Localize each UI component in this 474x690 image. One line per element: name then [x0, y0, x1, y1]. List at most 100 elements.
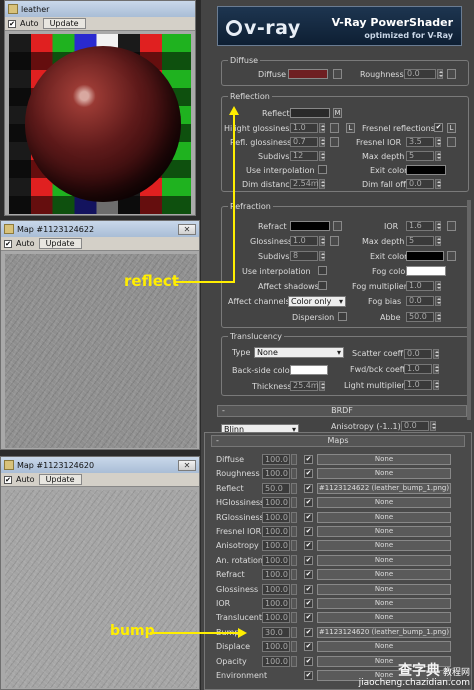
map-amount-value[interactable]: 100.0 — [262, 526, 290, 537]
backside-color-swatch[interactable] — [290, 365, 328, 375]
roughness-value[interactable]: 0.0 — [404, 69, 436, 79]
ior-spinner[interactable] — [435, 221, 441, 231]
refl-max-depth-spinner[interactable] — [435, 151, 441, 161]
map-window-1-titlebar[interactable]: Map #1123124622 ✕ — [1, 221, 199, 237]
hilight-glossiness-spinner[interactable] — [319, 123, 325, 133]
refr-glossiness-map-button[interactable] — [330, 236, 339, 246]
map-slot-button[interactable]: #1123124622 (leather_bump_1.png) — [317, 482, 451, 494]
material-window-titlebar[interactable]: leather — [5, 1, 195, 17]
map-slot-button[interactable]: #1123124620 (leather_bump_1.png) — [317, 626, 451, 638]
hilight-glossiness-map-button[interactable] — [330, 123, 339, 133]
refl-glossiness-map-button[interactable] — [330, 137, 339, 147]
map-amount-value[interactable]: 100.0 — [262, 497, 290, 509]
dim-falloff-spinner[interactable] — [435, 179, 441, 189]
map-enabled-checkbox[interactable]: ✔ — [304, 498, 313, 508]
panel-scrollbar[interactable] — [467, 200, 471, 420]
affect-shadows-checkbox[interactable] — [318, 281, 327, 290]
dim-falloff-value[interactable]: 0.0 — [406, 179, 434, 189]
map-amount-value[interactable]: 100.0 — [262, 569, 290, 581]
map-slot-button[interactable]: None — [317, 497, 451, 509]
scatter-coeff-spinner[interactable] — [433, 349, 439, 359]
map-amount-spinner[interactable] — [291, 497, 297, 509]
map-enabled-checkbox[interactable]: ✔ — [304, 570, 313, 580]
refr-max-depth-value[interactable]: 5 — [406, 236, 434, 246]
thickness-spinner[interactable] — [319, 381, 325, 391]
map-amount-value[interactable]: 100.0 — [262, 511, 290, 523]
map-amount-spinner[interactable] — [291, 540, 297, 552]
fog-multiplier-spinner[interactable] — [435, 281, 441, 291]
hilight-lock-button[interactable]: L — [346, 123, 355, 133]
fwd-bck-coeff-value[interactable]: 1.0 — [404, 364, 432, 374]
map-window-2-titlebar[interactable]: Map #1123124620 ✕ — [1, 457, 199, 473]
refl-subdivs-value[interactable]: 12 — [290, 151, 318, 161]
update-button[interactable]: Update — [42, 18, 86, 29]
map-slot-button[interactable]: None — [317, 641, 451, 653]
brdf-rollout-header[interactable]: - BRDF — [217, 405, 467, 417]
map-slot-button[interactable]: None — [317, 454, 451, 465]
fwd-bck-coeff-spinner[interactable] — [433, 364, 439, 374]
map-enabled-checkbox[interactable]: ✔ — [304, 599, 313, 608]
map-enabled-checkbox[interactable]: ✔ — [304, 455, 313, 464]
refl-glossiness-value[interactable]: 0.7 — [290, 137, 318, 147]
map-window-2-close-button[interactable]: ✕ — [178, 459, 196, 471]
ior-value[interactable]: 1.6 — [406, 221, 434, 231]
map-slot-button[interactable]: None — [317, 511, 451, 523]
diffuse-map-button[interactable] — [333, 69, 342, 79]
map-amount-value[interactable]: 100.0 — [262, 598, 290, 609]
map1-update-button[interactable]: Update — [38, 238, 82, 249]
dim-distance-spinner[interactable] — [319, 179, 325, 189]
map-amount-spinner[interactable] — [291, 569, 297, 581]
fog-bias-value[interactable]: 0.0 — [406, 296, 434, 306]
fog-bias-spinner[interactable] — [435, 296, 441, 306]
refr-glossiness-value[interactable]: 1.0 — [290, 236, 318, 246]
map-enabled-checkbox[interactable]: ✔ — [304, 469, 313, 479]
map-enabled-checkbox[interactable]: ✔ — [304, 627, 313, 637]
light-multiplier-value[interactable]: 1.0 — [404, 380, 432, 390]
map-amount-value[interactable]: 100.0 — [262, 540, 290, 552]
map2-auto-checkbox[interactable]: ✔ — [4, 475, 12, 484]
refr-subdivs-spinner[interactable] — [319, 251, 325, 261]
map-amount-value[interactable]: 100.0 — [262, 583, 290, 595]
refl-subdivs-spinner[interactable] — [319, 151, 325, 161]
map-slot-button[interactable]: None — [317, 598, 451, 609]
fresnel-ior-map-button[interactable] — [447, 137, 456, 147]
dispersion-checkbox[interactable] — [338, 312, 347, 321]
scatter-coeff-value[interactable]: 0.0 — [404, 349, 432, 359]
diffuse-color-swatch[interactable] — [288, 69, 328, 79]
map-amount-value[interactable]: 100.0 — [262, 612, 290, 624]
map-amount-value[interactable]: 100.0 — [262, 554, 290, 566]
refr-exit-color-map-button[interactable] — [447, 251, 456, 261]
map-enabled-checkbox[interactable]: ✔ — [304, 656, 313, 666]
reflect-map-button[interactable]: M — [333, 108, 342, 118]
map-amount-value[interactable]: 100.0 — [262, 454, 290, 465]
map-enabled-checkbox[interactable]: ✔ — [304, 642, 313, 652]
dim-distance-value[interactable]: 2.54m — [290, 179, 319, 189]
map-amount-spinner[interactable] — [291, 598, 297, 609]
thickness-value[interactable]: 25.4m — [290, 381, 319, 391]
map-amount-value[interactable]: 100.0 — [262, 655, 290, 667]
map-enabled-checkbox[interactable]: ✔ — [304, 613, 313, 623]
hilight-glossiness-value[interactable]: 1.0 — [290, 123, 318, 133]
map-enabled-checkbox[interactable]: ✔ — [304, 512, 313, 522]
map-slot-button[interactable]: None — [317, 540, 451, 552]
translucency-type-dropdown[interactable]: None — [254, 347, 344, 358]
map-amount-spinner[interactable] — [291, 482, 297, 494]
map-amount-spinner[interactable] — [291, 583, 297, 595]
map1-auto-checkbox[interactable]: ✔ — [4, 239, 12, 248]
fresnel-ior-value[interactable]: 3.5 — [406, 137, 434, 147]
fresnel-ior-spinner[interactable] — [435, 137, 441, 147]
refl-use-interpolation-checkbox[interactable] — [318, 165, 327, 174]
map-slot-button[interactable]: None — [317, 583, 451, 595]
map-amount-value[interactable]: 100.0 — [262, 641, 290, 653]
map-slot-button[interactable]: None — [317, 612, 451, 624]
map-amount-spinner[interactable] — [291, 511, 297, 523]
map-slot-button[interactable]: None — [317, 569, 451, 581]
refl-max-depth-value[interactable]: 5 — [406, 151, 434, 161]
map-window-1-close-button[interactable]: ✕ — [178, 223, 196, 235]
map-amount-spinner[interactable] — [291, 454, 297, 465]
map-slot-button[interactable]: None — [317, 468, 451, 480]
map-amount-spinner[interactable] — [291, 612, 297, 624]
refr-use-interpolation-checkbox[interactable] — [318, 266, 327, 275]
map-enabled-checkbox[interactable]: ✔ — [304, 527, 313, 536]
map-enabled-checkbox[interactable]: ✔ — [304, 671, 313, 680]
